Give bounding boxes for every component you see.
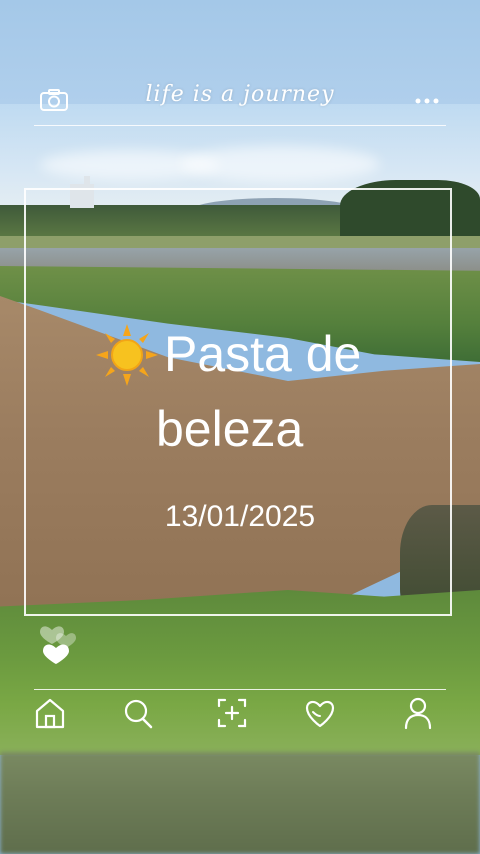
bottom-nav [0, 694, 480, 734]
search-icon[interactable] [122, 696, 154, 730]
bottom-divider [34, 689, 446, 690]
overlay-ui: life is a journey Pasta de beleza 13/01/… [0, 0, 480, 854]
top-divider [34, 125, 446, 126]
heading-line-1: Pasta de [164, 326, 362, 382]
add-frame-icon[interactable] [216, 696, 248, 730]
profile-icon[interactable] [402, 696, 434, 730]
home-icon[interactable] [34, 696, 66, 730]
hearts-icon [38, 610, 82, 670]
more-dots-icon[interactable] [414, 98, 442, 104]
camera-icon[interactable] [40, 89, 68, 111]
sun-icon [96, 324, 158, 386]
card-date: 13/01/2025 [164, 500, 316, 533]
heading-line-2: beleza [156, 401, 304, 457]
top-bar: life is a journey [0, 80, 480, 124]
header-title: life is a journey [145, 82, 335, 107]
heart-icon[interactable] [304, 696, 336, 730]
